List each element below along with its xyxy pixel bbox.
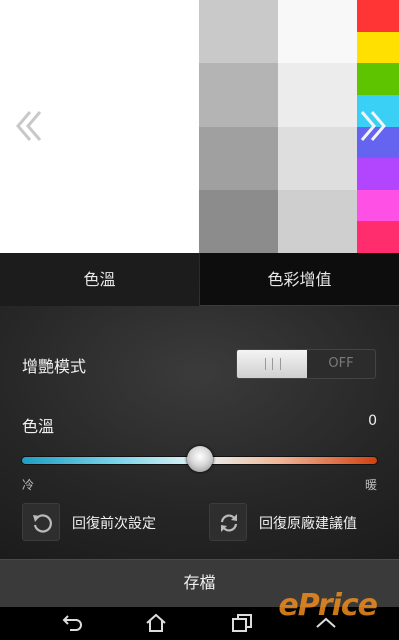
gray-swatch [278, 0, 357, 64]
undo-icon [22, 503, 60, 541]
spectrum-band [357, 158, 399, 191]
color-temp-label: 色溫 [22, 417, 55, 436]
recents-icon[interactable] [230, 612, 254, 634]
gray-swatch [278, 126, 357, 191]
gray-swatch [199, 63, 278, 128]
vivid-mode-toggle[interactable]: OFF [236, 349, 376, 379]
grayscale-grid [199, 0, 357, 253]
home-icon[interactable] [144, 612, 168, 634]
tab-bar: 色溫 色彩增值 [0, 253, 399, 306]
gray-swatch [278, 63, 357, 128]
color-temp-value: 0 [368, 413, 377, 429]
tab-color-temperature[interactable]: 色溫 [0, 253, 199, 306]
tab-color-enhancement[interactable]: 色彩增值 [200, 253, 399, 306]
gray-swatch [199, 0, 278, 64]
toggle-off-label: OFF [328, 356, 354, 371]
color-temp-slider[interactable] [22, 446, 377, 472]
spectrum-band [357, 31, 399, 64]
vivid-mode-label: 增艷模式 [22, 357, 87, 376]
refresh-icon [209, 503, 247, 541]
grip-icon [265, 358, 281, 370]
color-preview [0, 0, 399, 253]
back-icon[interactable] [60, 612, 84, 634]
watermark-logo: ePrice [278, 588, 378, 623]
gray-swatch [199, 126, 278, 191]
spectrum-band [357, 0, 399, 32]
gray-swatch [199, 189, 278, 253]
restore-previous-label: 回復前次設定 [72, 516, 156, 532]
toggle-knob[interactable] [237, 350, 307, 378]
restore-defaults-label: 回復原廠建議值 [259, 516, 357, 532]
spectrum-band [357, 189, 399, 222]
gray-swatch [278, 189, 357, 253]
double-chevron-right-icon[interactable] [356, 104, 390, 148]
restore-previous-button[interactable]: 回復前次設定 [22, 503, 192, 543]
spectrum-band [357, 221, 399, 253]
slider-thumb[interactable] [186, 446, 213, 472]
warm-label: 暖 [364, 478, 377, 492]
double-chevron-left-icon[interactable] [12, 104, 46, 148]
cold-label: 冷 [22, 478, 35, 492]
restore-defaults-button[interactable]: 回復原廠建議值 [209, 503, 379, 543]
settings-panel: 色溫 色彩增值 增艷模式 OFF 色溫 0 冷 暖 回復前次設定 回復原廠建議值 [0, 253, 399, 559]
spectrum-band [357, 63, 399, 96]
